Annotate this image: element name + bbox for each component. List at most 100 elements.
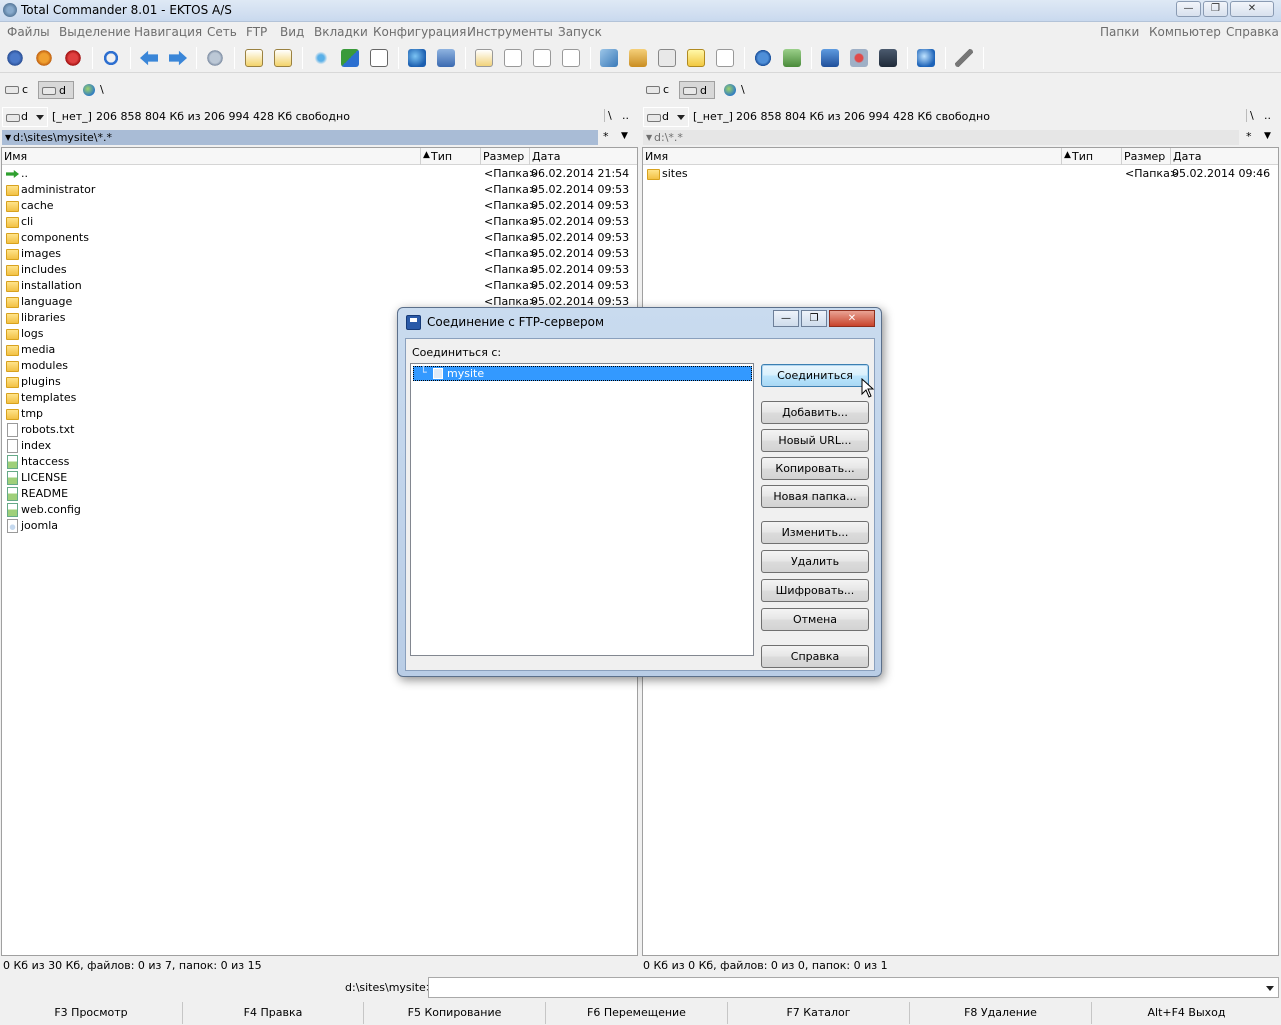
file-row[interactable]: includes <Папка> 05.02.2014 09:53 [2,262,637,278]
document-icon[interactable] [716,49,734,67]
column-date[interactable]: Дата [532,150,560,163]
new-url-button[interactable]: Новый URL... [761,429,869,452]
calculator-icon[interactable] [658,49,676,67]
dialog-minimize-button[interactable]: — [773,310,799,327]
eraser-icon[interactable] [600,49,618,67]
left-path-bar[interactable]: ▼ d:\sites\mysite\*.* [2,130,598,145]
encrypt-button[interactable]: Шифровать... [761,579,869,602]
left-drive-c-button[interactable]: c [2,81,38,99]
connect-button[interactable]: Соединиться [761,364,869,387]
right-drive-d-button[interactable]: d [679,81,715,99]
right-filter[interactable]: * [1246,130,1252,143]
file-row[interactable]: cache <Папка> 05.02.2014 09:53 [2,198,637,214]
internet-explorer-icon[interactable] [408,49,426,67]
disconnect-icon[interactable] [850,49,868,67]
cancel-button[interactable]: Отмена [761,608,869,631]
monitor-icon[interactable] [821,49,839,67]
connection-tree[interactable]: └ mysite [410,363,754,656]
right-root-button[interactable]: \ [1246,109,1254,122]
left-drive-combo[interactable]: d [2,107,48,127]
options-gear-icon[interactable] [35,49,53,67]
column-size[interactable]: Размер [483,150,524,163]
right-up-button[interactable]: .. [1264,109,1271,122]
menu-view[interactable]: Вид [280,25,304,39]
left-history-dropdown[interactable]: ▼ [621,131,628,141]
altf4-exit-button[interactable]: Alt+F4 Выход [1091,1002,1281,1024]
notepad-icon[interactable] [687,49,705,67]
f3-view-button[interactable]: F3 Просмотр [0,1002,182,1024]
file-row[interactable]: cli <Папка> 05.02.2014 09:53 [2,214,637,230]
settings-gear-icon[interactable] [6,49,24,67]
right-drive-c-button[interactable]: c [643,81,679,99]
help-button[interactable]: Справка [761,645,869,668]
f4-edit-button[interactable]: F4 Правка [182,1002,363,1024]
f5-copy-button[interactable]: F5 Копирование [363,1002,545,1024]
right-drive-combo[interactable]: d [643,107,689,127]
column-name[interactable]: Имя [4,150,27,163]
menu-folders[interactable]: Папки [1100,25,1139,39]
file-row[interactable]: .. <Папка> 06.02.2014 21:54 [2,166,637,182]
left-filter[interactable]: * [603,130,609,143]
left-root-button[interactable]: \ [604,109,612,122]
tool-icon[interactable] [955,49,973,67]
multi-rename-icon[interactable] [562,49,580,67]
minimize-button[interactable]: — [1176,1,1201,17]
pack-icon[interactable] [245,49,263,67]
right-history-dropdown[interactable]: ▼ [1264,131,1271,141]
dialog-close-button[interactable]: ✕ [829,310,875,327]
back-arrow-icon[interactable] [140,50,158,66]
menu-selection[interactable]: Выделение [59,25,130,39]
ftp-connect-icon[interactable] [437,49,455,67]
f8-delete-button[interactable]: F8 Удаление [909,1002,1091,1024]
plugin-gear-icon[interactable] [64,49,82,67]
close-button[interactable]: ✕ [1230,1,1274,17]
column-type[interactable]: Тип [431,150,452,163]
column-name[interactable]: Имя [645,150,668,163]
map-drive-icon[interactable] [783,49,801,67]
left-up-button[interactable]: .. [622,109,629,122]
file-row[interactable]: administrator <Папка> 05.02.2014 09:53 [2,182,637,198]
edit-button[interactable]: Изменить... [761,521,869,544]
new-folder-button[interactable]: Новая папка... [761,485,869,508]
broom-icon[interactable] [629,49,647,67]
f6-move-button[interactable]: F6 Перемещение [545,1002,727,1024]
menu-navigation[interactable]: Навигация [134,25,202,39]
menu-launch[interactable]: Запуск [558,25,602,39]
menu-computer[interactable]: Компьютер [1149,25,1221,39]
f7-mkdir-button[interactable]: F7 Каталог [727,1002,909,1024]
chevron-down-icon[interactable] [1266,986,1274,991]
menu-ftp[interactable]: FTP [246,25,267,39]
select-icon[interactable] [312,49,330,67]
copy-button[interactable]: Копировать... [761,457,869,480]
left-drive-d-button[interactable]: d [38,81,74,99]
menu-tabs[interactable]: Вкладки [314,25,368,39]
left-drive-net-button[interactable]: \ [80,81,110,99]
web-browser-icon[interactable] [917,49,935,67]
edit-file-icon[interactable] [504,49,522,67]
compare-icon[interactable] [206,49,224,67]
file-row[interactable]: components <Папка> 05.02.2014 09:53 [2,230,637,246]
tree-item-mysite[interactable]: └ mysite [413,366,752,381]
menu-network[interactable]: Сеть [207,25,237,39]
file-row[interactable]: installation <Папка> 05.02.2014 09:53 [2,278,637,294]
terminal-icon[interactable] [879,49,897,67]
menu-tools[interactable]: Инструменты [467,25,553,39]
forward-arrow-icon[interactable] [169,50,187,66]
view-file-icon[interactable] [475,49,493,67]
maximize-button[interactable]: ❐ [1203,1,1228,17]
sort-az-icon[interactable] [341,49,359,67]
dialog-maximize-button[interactable]: ❐ [801,310,827,327]
delete-button[interactable]: Удалить [761,550,869,573]
menu-configuration[interactable]: Конфигурация [373,25,466,39]
unpack-icon[interactable] [274,49,292,67]
command-line-input[interactable] [428,977,1279,998]
copy-file-icon[interactable] [533,49,551,67]
network-icon[interactable] [754,49,772,67]
refresh-icon[interactable] [102,49,120,67]
column-date[interactable]: Дата [1173,150,1201,163]
file-row[interactable]: images <Папка> 05.02.2014 09:53 [2,246,637,262]
column-size[interactable]: Размер [1124,150,1165,163]
add-button[interactable]: Добавить... [761,401,869,424]
clipboard-icon[interactable] [370,49,388,67]
menu-files[interactable]: Файлы [7,25,50,39]
